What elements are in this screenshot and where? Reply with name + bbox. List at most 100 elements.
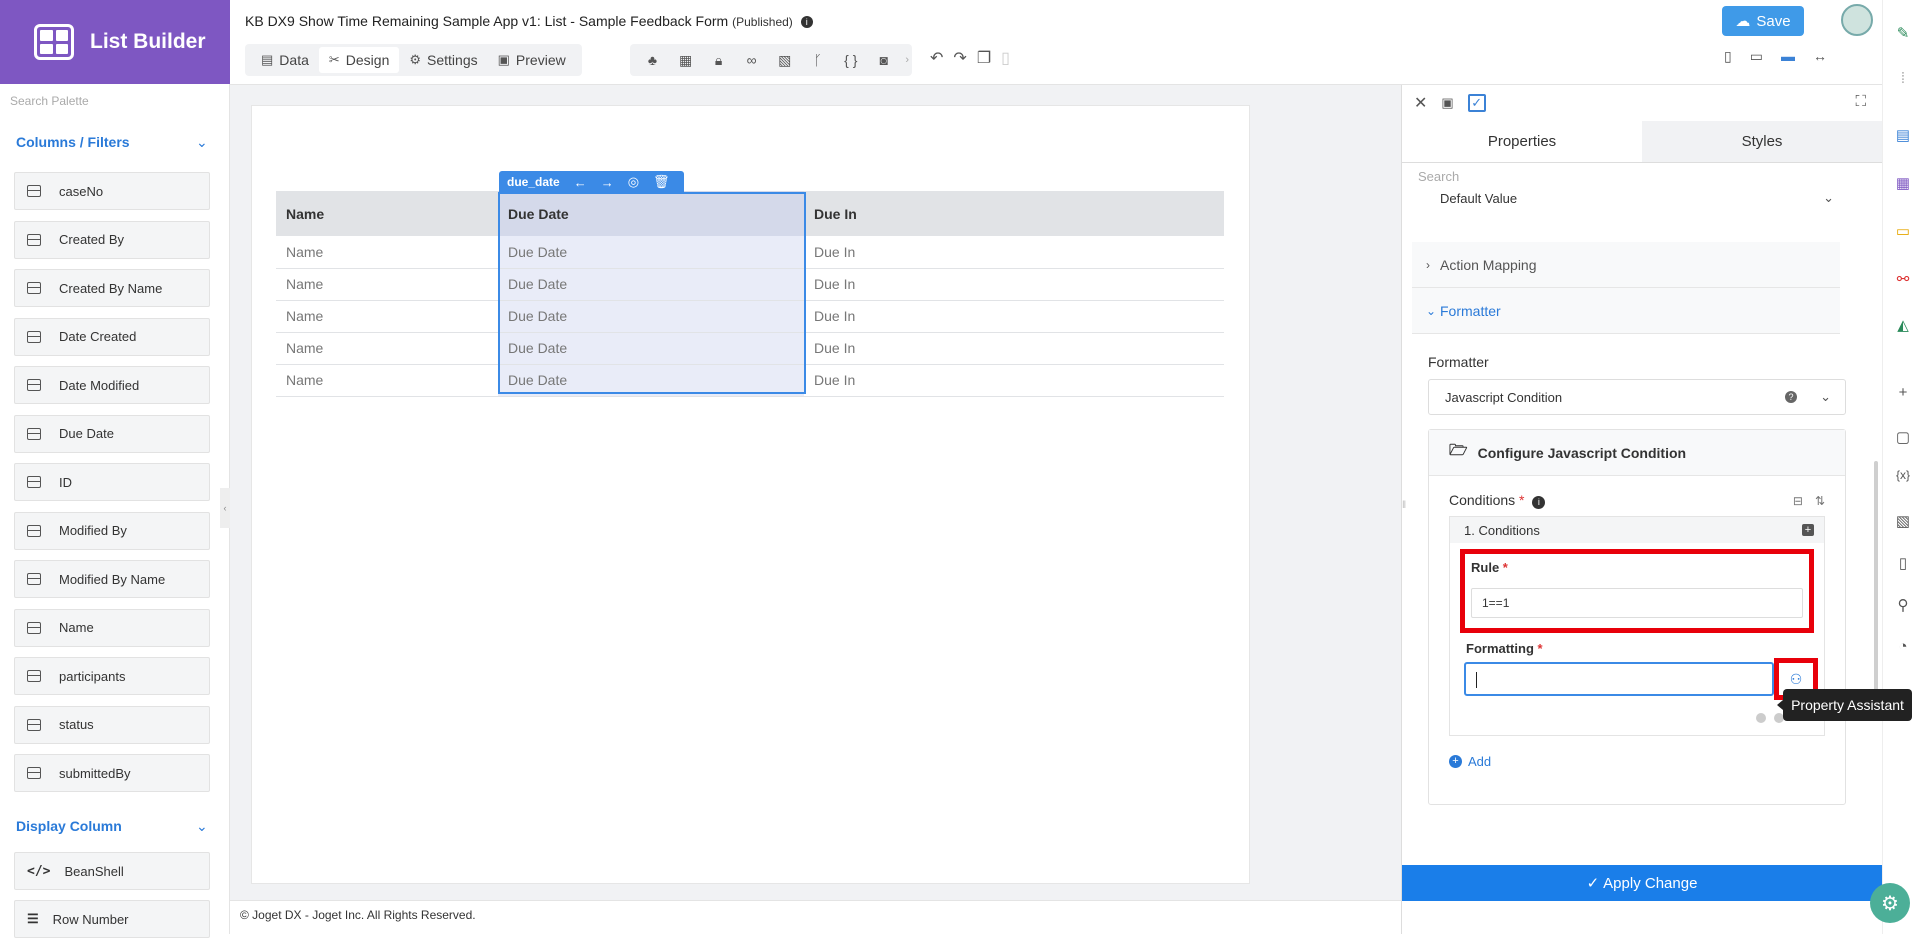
palette-item-column[interactable]: Created By Name [14,269,210,307]
file-icon[interactable]: ▯ [1893,554,1913,572]
palette-collapse-handle[interactable]: ‹ [220,488,230,528]
panel-scrollbar[interactable] [1874,461,1878,721]
paint-icon[interactable]: ◭ [1893,316,1913,334]
add-condition-button[interactable]: + Add [1449,754,1491,769]
tab-styles[interactable]: Styles [1642,121,1882,162]
section-columns-filters[interactable]: Columns / Filters ⌄ [16,134,208,150]
redo-icon[interactable]: ↷ [953,48,966,68]
translate-icon[interactable]: ▧ [1893,512,1913,530]
settings-fab-gear-icon[interactable]: ⚙ [1870,883,1910,923]
configure-header[interactable]: 🗁︎ Configure Javascript Condition [1429,430,1845,476]
note-icon[interactable]: ▢ [1893,428,1913,446]
palette-search-input[interactable]: Search Palette [10,94,89,108]
column-header-due-in[interactable]: Due In [804,191,1224,236]
formatting-label: Formatting * [1466,641,1543,656]
lock-icon[interactable]: 🔒︎ [704,52,733,69]
drag-handle-icon[interactable]: ⁞ [1893,70,1913,87]
formatter-select[interactable]: Javascript Condition ? ⌄ [1428,379,1846,415]
tab-properties[interactable]: Properties [1402,121,1642,162]
palette-item-column[interactable]: submittedBy [14,754,210,792]
section-action-mapping[interactable]: › Action Mapping [1412,242,1840,288]
conditions-grid: 1. Conditions + Rule * 1==1 Formatting *… [1449,516,1825,736]
palette-item-column[interactable]: Due Date [14,414,210,453]
expand-width-icon[interactable]: ↔ [1813,48,1827,65]
list-icon[interactable]: ▦ [1893,174,1913,192]
selected-column-outline [498,192,806,394]
arrow-right-icon[interactable]: → [601,175,614,190]
table-icon: ▤ [261,52,274,67]
gauge-icon[interactable]: ◔ [1893,638,1913,655]
variable-icon[interactable]: {x} [1893,468,1913,482]
column-icon [27,573,41,585]
palette-item-column[interactable]: status [14,705,210,744]
plugin-icon[interactable]: ⚲ [1893,596,1913,614]
phone-icon[interactable]: ▯ [1724,48,1732,65]
glasses-icon[interactable]: ∞ [737,52,766,68]
code-icon[interactable]: { } [836,52,865,68]
palette-item-column[interactable]: Date Created [14,317,210,356]
form-icon[interactable]: ▤ [1893,126,1913,144]
column-icon [27,282,41,294]
palette-item-column[interactable]: Name [14,608,210,647]
collapse-all-icon[interactable]: ⊟ [1793,494,1803,508]
save-button[interactable]: ☁ Save [1722,6,1804,36]
avatar[interactable] [1841,4,1873,36]
laptop-icon[interactable]: ▬ [1781,48,1795,65]
formatting-input[interactable] [1464,662,1774,696]
plus-icon[interactable]: + [1893,384,1913,401]
condition-row-header[interactable]: 1. Conditions + [1450,517,1824,543]
tab-data[interactable]: ▤ Data [251,47,319,73]
palette-item-column[interactable]: Date Modified [14,366,210,404]
minus-circle-icon[interactable] [1756,713,1766,723]
panel-resize-handle[interactable]: ‖ [1402,500,1410,520]
column-header-name[interactable]: Name [276,191,498,236]
trash-icon[interactable]: 🗑︎ [653,174,670,190]
userview-icon[interactable]: ▭ [1893,222,1913,240]
style-icon[interactable]: ◎ [628,174,639,190]
default-value-select[interactable]: Default Value ⌄ [1428,187,1846,209]
palette-item-column[interactable]: Modified By [14,511,210,550]
section-display-column[interactable]: Display Column ⌄ [16,818,208,834]
tree-icon[interactable]: ♣ [638,52,667,68]
tablet-icon[interactable]: ▭ [1750,48,1763,65]
chevron-right-icon[interactable]: › [902,54,912,66]
plus-icon[interactable]: + [1802,524,1814,536]
palette-item-column[interactable]: ID [14,463,210,501]
palette-item-column[interactable]: Modified By Name [14,560,210,598]
property-search-input[interactable]: Search [1418,169,1459,184]
info-icon[interactable]: i [1532,496,1546,509]
undo-icon[interactable]: ↶ [930,48,943,68]
palette-item-column[interactable]: Created By [14,220,210,259]
section-formatter[interactable]: ⌄ Formatter [1412,288,1840,334]
action-mapping-label: Action Mapping [1440,256,1537,273]
save-icon[interactable]: ▣ [1441,95,1453,111]
checkbox-icon[interactable]: ✓ [1467,94,1486,112]
rule-input[interactable]: 1==1 [1471,588,1803,618]
tab-preview[interactable]: ▣ Preview [488,47,576,73]
document-icon[interactable]: ▦ [671,52,700,69]
palette-item-row-number[interactable]: ☰ Row Number [14,900,210,938]
palette-item-column[interactable]: participants [14,657,210,695]
close-icon[interactable]: ✕ [1414,93,1427,113]
chevron-down-icon: ⌄ [1823,190,1834,205]
tab-design[interactable]: ✂ Design [318,47,400,73]
palette-item-beanshell[interactable]: </> BeanShell [14,852,210,890]
add-label: Add [1468,754,1492,769]
sort-icon[interactable]: ⇅ [1815,494,1825,508]
fullscreen-icon[interactable]: ⛶ [1855,93,1866,110]
edit-icon[interactable]: ✎ [1893,24,1913,42]
table-cell: Name [276,332,498,365]
paste-icon[interactable]: ▯ [1001,48,1010,68]
branch-icon[interactable]: ᚴ [803,52,832,68]
tab-settings[interactable]: ⚙ Settings [399,47,487,73]
process-icon[interactable]: ⚯ [1893,270,1913,288]
translate-icon[interactable]: ▧ [770,52,799,69]
folder-open-icon: 🗁︎ [1449,442,1468,459]
help-icon[interactable]: ? [1785,391,1797,403]
arrow-left-icon[interactable]: ← [574,175,587,190]
copy-icon[interactable]: ❐ [977,48,991,68]
apply-change-button[interactable]: ✓ Apply Change [1402,865,1882,901]
palette-item-column[interactable]: caseNo [14,172,210,210]
info-icon[interactable]: i [800,16,813,28]
camera-icon[interactable]: ◙ [869,52,898,68]
